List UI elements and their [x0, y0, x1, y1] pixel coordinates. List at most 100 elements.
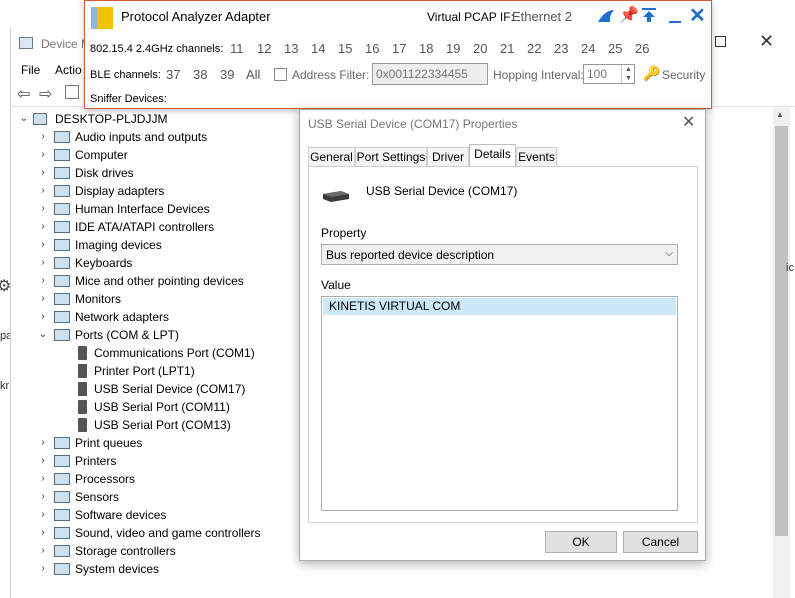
channel-22[interactable]: 22 — [527, 41, 541, 56]
tree-category[interactable]: › Display adapters — [11, 182, 311, 200]
tree-category[interactable]: › Audio inputs and outputs — [11, 128, 311, 146]
channel-14[interactable]: 14 — [311, 41, 325, 56]
ble-channel-37[interactable]: 37 — [166, 67, 180, 82]
tab-details[interactable]: Details — [469, 144, 516, 167]
tree-category[interactable]: › Sound, video and game controllers — [11, 524, 311, 542]
close-button[interactable]: ✕ — [689, 3, 706, 28]
back-arrow-icon[interactable]: ⇦ — [17, 84, 30, 104]
chevron-right-icon[interactable]: › — [38, 524, 48, 542]
security-label[interactable]: Security — [662, 68, 705, 82]
chevron-right-icon[interactable]: › — [38, 200, 48, 218]
tree-category[interactable]: › Disk drives — [11, 164, 311, 182]
channel-26[interactable]: 26 — [635, 41, 649, 56]
tree-device[interactable]: Communications Port (COM1) — [11, 344, 311, 362]
property-dropdown[interactable]: Bus reported device description ⌵ — [321, 244, 678, 265]
virtual-pcap-value[interactable]: Ethernet 2 — [512, 9, 572, 24]
channel-24[interactable]: 24 — [581, 41, 595, 56]
chevron-right-icon[interactable]: › — [38, 488, 48, 506]
tree-category[interactable]: › Monitors — [11, 290, 311, 308]
chevron-down-icon[interactable]: ⌄ — [38, 326, 48, 344]
chevron-right-icon[interactable]: › — [38, 272, 48, 290]
channel-13[interactable]: 13 — [284, 41, 298, 56]
minimize-button[interactable] — [669, 21, 681, 23]
menu-action[interactable]: Actio — [55, 63, 82, 77]
tree-category[interactable]: › Storage controllers — [11, 542, 311, 560]
tree-category[interactable]: › Software devices — [11, 506, 311, 524]
tree-category[interactable]: › Keyboards — [11, 254, 311, 272]
tree-device[interactable]: USB Serial Port (COM11) — [11, 398, 311, 416]
tab-driver[interactable]: Driver — [427, 147, 469, 167]
channel-19[interactable]: 19 — [446, 41, 460, 56]
wireshark-fin-icon[interactable] — [597, 9, 615, 23]
ok-button[interactable]: OK — [545, 531, 617, 553]
channel-15[interactable]: 15 — [338, 41, 352, 56]
tree-category[interactable]: › Network adapters — [11, 308, 311, 326]
value-list[interactable]: KINETIS VIRTUAL COM — [321, 296, 678, 511]
tree-category[interactable]: › Imaging devices — [11, 236, 311, 254]
chevron-right-icon[interactable]: › — [38, 146, 48, 164]
chevron-right-icon[interactable]: › — [38, 254, 48, 272]
tree-category[interactable]: › Human Interface Devices — [11, 200, 311, 218]
ble-channel-38[interactable]: 38 — [193, 67, 207, 82]
chevron-right-icon[interactable]: › — [38, 506, 48, 524]
channel-11[interactable]: 11 — [230, 41, 244, 56]
chevron-right-icon[interactable]: › — [38, 542, 48, 560]
ble-channel-all[interactable]: All — [246, 67, 260, 82]
chevron-right-icon[interactable]: › — [38, 218, 48, 236]
tree-device[interactable]: USB Serial Device (COM17) — [11, 380, 311, 398]
tree-category[interactable]: › Printers — [11, 452, 311, 470]
address-filter-input[interactable] — [372, 63, 488, 85]
tree-category[interactable]: › IDE ATA/ATAPI controllers — [11, 218, 311, 236]
vertical-scrollbar[interactable]: ▲ — [773, 108, 790, 598]
close-button[interactable]: ✕ — [682, 112, 695, 132]
channel-17[interactable]: 17 — [392, 41, 406, 56]
properties-icon[interactable] — [65, 85, 79, 99]
tree-category[interactable]: › Mice and other pointing devices — [11, 272, 311, 290]
cancel-button[interactable]: Cancel — [623, 531, 698, 553]
chevron-right-icon[interactable]: › — [38, 470, 48, 488]
tab-events[interactable]: Events — [516, 147, 557, 167]
chevron-right-icon[interactable]: › — [38, 434, 48, 452]
channel-21[interactable]: 21 — [500, 41, 514, 56]
chevron-right-icon[interactable]: › — [38, 128, 48, 146]
channel-12[interactable]: 12 — [257, 41, 271, 56]
close-button[interactable]: ✕ — [759, 31, 774, 52]
address-filter-checkbox[interactable] — [274, 68, 287, 81]
tree-category[interactable]: › Computer — [11, 146, 311, 164]
chevron-down-icon[interactable]: ⌄ — [19, 110, 29, 128]
key-icon[interactable]: 🔑 — [643, 65, 660, 82]
move-to-top-icon[interactable] — [641, 7, 657, 23]
tree-category[interactable]: › Processors — [11, 470, 311, 488]
chevron-right-icon[interactable]: › — [38, 164, 48, 182]
chevron-right-icon[interactable]: › — [38, 236, 48, 254]
maximize-button[interactable] — [715, 36, 726, 47]
scroll-up-icon[interactable]: ▲ — [776, 110, 784, 119]
chevron-right-icon[interactable]: › — [38, 452, 48, 470]
forward-arrow-icon[interactable]: ⇨ — [39, 84, 52, 104]
chevron-right-icon[interactable]: › — [38, 182, 48, 200]
tab-port-settings[interactable]: Port Settings — [355, 147, 427, 167]
scrollbar-thumb[interactable] — [775, 126, 788, 536]
tree-category[interactable]: › System devices — [11, 560, 311, 578]
channel-23[interactable]: 23 — [554, 41, 568, 56]
hopping-interval-stepper[interactable]: ▲ ▼ — [621, 65, 635, 83]
channel-18[interactable]: 18 — [419, 41, 433, 56]
pin-icon[interactable]: 📌 — [619, 5, 639, 25]
tab-general[interactable]: General — [308, 147, 355, 167]
channel-25[interactable]: 25 — [608, 41, 622, 56]
tree-root[interactable]: ⌄ DESKTOP-PLJDJJM — [11, 110, 291, 128]
tree-category[interactable]: ⌄ Ports (COM & LPT) — [11, 326, 311, 344]
channel-16[interactable]: 16 — [365, 41, 379, 56]
ble-channel-39[interactable]: 39 — [220, 67, 234, 82]
value-list-item[interactable]: KINETIS VIRTUAL COM — [323, 298, 676, 315]
tree-category[interactable]: › Print queues — [11, 434, 311, 452]
tree-category[interactable]: › Sensors — [11, 488, 311, 506]
tree-device[interactable]: USB Serial Port (COM13) — [11, 416, 311, 434]
menu-file[interactable]: File — [21, 63, 40, 77]
chevron-right-icon[interactable]: › — [38, 560, 48, 578]
chevron-down-icon[interactable]: ⌵ — [665, 248, 673, 259]
channel-20[interactable]: 20 — [473, 41, 487, 56]
tree-device[interactable]: Printer Port (LPT1) — [11, 362, 311, 380]
chevron-right-icon[interactable]: › — [38, 290, 48, 308]
chevron-right-icon[interactable]: › — [38, 308, 48, 326]
